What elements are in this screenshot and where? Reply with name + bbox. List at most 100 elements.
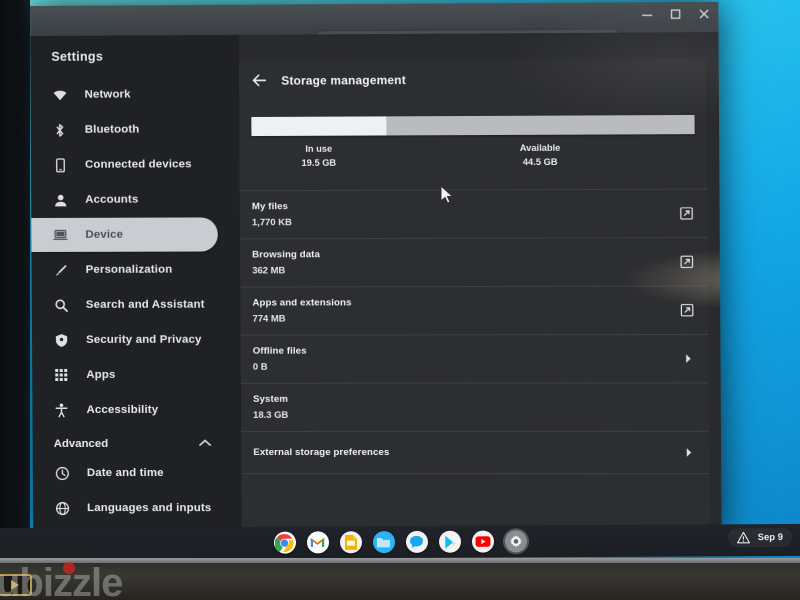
sidebar-item-accounts[interactable]: Accounts <box>31 182 240 217</box>
sidebar-item-label: Accessibility <box>86 403 159 416</box>
storage-in-use-segment <box>251 116 387 137</box>
shield-icon <box>53 332 69 348</box>
grid-icon <box>53 367 69 383</box>
storage-row-my-files[interactable]: My files 1,770 KB <box>239 188 708 239</box>
search-icon <box>53 297 69 313</box>
screen-bezel-left <box>0 0 30 560</box>
page-header: Storage management <box>239 58 707 89</box>
sidebar-item-label: Personalization <box>85 263 173 276</box>
settings-sidebar: Settings Network Bluetooth Connected dev… <box>30 34 242 537</box>
available-value: 44.5 GB <box>522 156 558 168</box>
sidebar-advanced-label: Advanced <box>53 437 109 451</box>
wifi-icon <box>51 87 67 103</box>
sidebar-item-search-and-assistant[interactable]: Search and Assistant <box>32 288 241 322</box>
storage-row-browsing-data[interactable]: Browsing data 362 MB <box>239 237 708 287</box>
storage-row-offline-files[interactable]: Offline files 0 B <box>240 333 709 383</box>
settings-window: storge Settings Network Bluetooth <box>30 1 722 537</box>
page-title: Storage management <box>281 72 406 88</box>
storage-usage-bar <box>251 114 695 137</box>
sidebar-advanced-toggle[interactable]: Advanced <box>33 428 242 456</box>
sidebar-item-network[interactable]: Network <box>30 77 239 112</box>
sidebar-item-personalization[interactable]: Personalization <box>32 252 241 287</box>
sidebar-item-label: Connected devices <box>84 158 192 171</box>
laptop-screen-photo: storge Settings Network Bluetooth <box>0 0 800 600</box>
shelf-app-play-store[interactable] <box>438 530 461 553</box>
tray-date: Sep 9 <box>757 531 784 544</box>
app-title: Settings <box>51 49 104 64</box>
sidebar-item-label: Search and Assistant <box>85 298 205 311</box>
chevron-right-icon[interactable] <box>683 353 694 364</box>
shelf-app-gmail[interactable] <box>306 531 329 554</box>
storage-management-panel: Storage management In use 19.5 GB Availa… <box>238 58 710 537</box>
shelf-app-youtube[interactable] <box>471 530 494 553</box>
row-value: 1,770 KB <box>251 216 292 228</box>
system-tray[interactable]: Sep 9 <box>727 527 793 548</box>
sidebar-item-apps[interactable]: Apps <box>32 358 241 392</box>
chevron-right-icon[interactable] <box>683 447 694 458</box>
sidebar-item-label: Security and Privacy <box>86 333 202 346</box>
maximize-button[interactable] <box>667 6 683 22</box>
person-icon <box>52 192 68 208</box>
storage-row-external-storage-preferences[interactable]: External storage preferences <box>241 430 709 475</box>
settings-content: Storage management In use 19.5 GB Availa… <box>238 32 722 537</box>
sidebar-item-connected-devices[interactable]: Connected devices <box>31 147 240 182</box>
watermark-text: ubizzle <box>0 561 123 600</box>
shelf-app-slides[interactable] <box>339 531 362 554</box>
phone-icon <box>52 157 68 173</box>
storage-row-system[interactable]: System 18.3 GB <box>240 382 709 431</box>
shelf-app-chat[interactable] <box>405 530 428 553</box>
in-use-label: In use <box>305 143 333 154</box>
row-name: Browsing data <box>252 249 321 261</box>
sidebar-item-accessibility[interactable]: Accessibility <box>32 393 241 427</box>
sidebar-item-label: Date and time <box>86 467 164 480</box>
row-value: 18.3 GB <box>253 408 289 420</box>
row-name: Apps and extensions <box>252 297 352 309</box>
storage-available-segment <box>385 114 695 136</box>
sidebar-item-security-and-privacy[interactable]: Security and Privacy <box>32 323 241 357</box>
shelf-app-settings[interactable] <box>504 530 527 553</box>
row-value: 0 B <box>252 360 268 372</box>
sidebar-item-label: Bluetooth <box>84 123 140 136</box>
watermark-dot <box>63 562 75 574</box>
gear-icon <box>509 535 522 548</box>
sidebar-item-bluetooth[interactable]: Bluetooth <box>31 112 240 147</box>
storage-rows: My files 1,770 KB Browsing data 362 MB A… <box>239 188 709 475</box>
external-link-icon[interactable] <box>680 255 693 268</box>
back-arrow-icon[interactable] <box>251 72 268 89</box>
sidebar-item-label: Languages and inputs <box>87 502 212 515</box>
brush-icon <box>53 262 69 278</box>
sidebar-item-label: Accounts <box>85 193 139 206</box>
globe-icon <box>54 500 70 516</box>
row-name: Offline files <box>252 345 307 357</box>
external-link-icon[interactable] <box>680 207 693 220</box>
accessibility-icon <box>53 402 69 418</box>
chevron-up-icon <box>199 438 211 450</box>
laptop-icon <box>52 227 68 243</box>
shelf-app-files[interactable] <box>372 531 395 554</box>
bluetooth-icon <box>52 122 68 138</box>
row-name: System <box>253 393 289 405</box>
close-button[interactable] <box>696 6 712 22</box>
minimize-button[interactable] <box>639 6 655 22</box>
sidebar-item-languages-and-inputs[interactable]: Languages and inputs <box>33 491 242 525</box>
sidebar-item-label: Apps <box>86 368 116 381</box>
shelf-app-chrome[interactable] <box>273 531 296 554</box>
sidebar-item-date-and-time[interactable]: Date and time <box>33 456 242 490</box>
warning-triangle-icon <box>736 531 750 544</box>
sidebar-item-label: Device <box>85 228 124 241</box>
sidebar-item-label: Network <box>84 88 131 101</box>
laptop-lower-bezel: ubizzle <box>0 558 800 600</box>
storage-bar-legend: In use 19.5 GB Available 44.5 GB <box>251 140 695 188</box>
storage-bar-area: In use 19.5 GB Available 44.5 GB <box>239 87 707 189</box>
external-link-icon[interactable] <box>680 304 693 317</box>
sidebar-item-device[interactable]: Device <box>31 217 218 253</box>
row-value: 774 MB <box>252 312 286 324</box>
available-label: Available <box>519 142 561 154</box>
storage-row-apps-and-extensions[interactable]: Apps and extensions 774 MB <box>240 285 709 335</box>
row-name: External storage preferences <box>253 446 390 458</box>
storage-in-use-legend: In use 19.5 GB <box>278 142 359 170</box>
window-controls <box>639 6 712 23</box>
in-use-value: 19.5 GB <box>301 157 337 168</box>
row-name: My files <box>251 201 289 213</box>
clock-icon <box>54 465 70 481</box>
